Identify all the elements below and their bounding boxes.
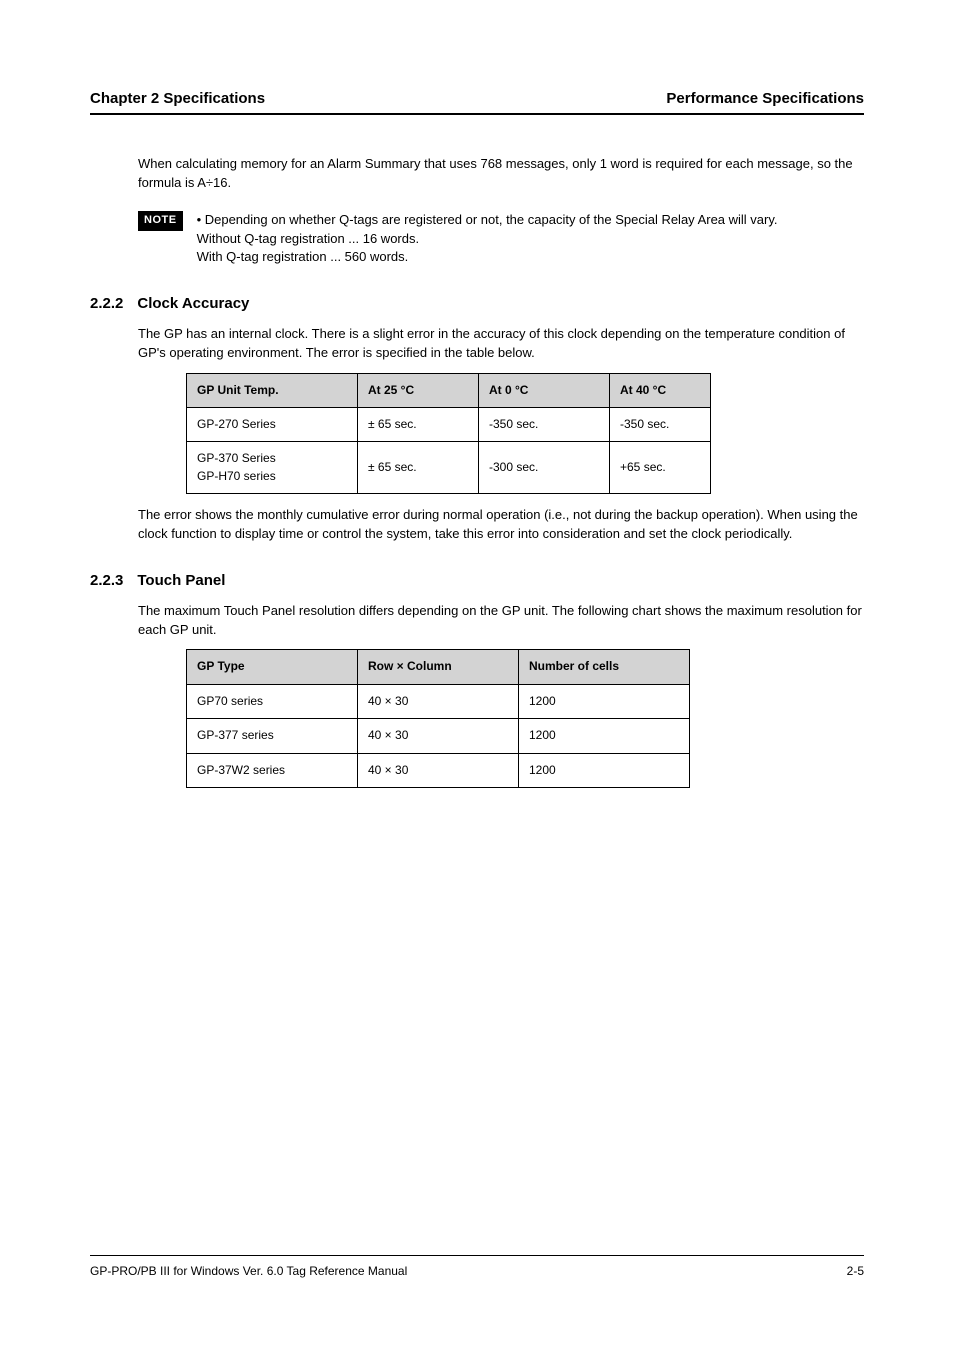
table-cell: ± 65 sec.: [358, 408, 479, 442]
table-header: GP Type: [187, 650, 358, 684]
section-1-title: Clock Accuracy: [137, 293, 249, 315]
footer-page-number: 2-5: [847, 1264, 864, 1278]
table-header: Number of cells: [519, 650, 690, 684]
section-2-paragraph: The maximum Touch Panel resolution diffe…: [138, 602, 864, 640]
header-divider: [90, 113, 864, 115]
table-cell: -300 sec.: [479, 442, 610, 494]
header-section: Performance Specifications: [666, 90, 864, 107]
table-header: Row × Column: [358, 650, 519, 684]
table-header: At 0 °C: [479, 373, 610, 407]
header-chapter: Chapter 2 Specifications: [90, 90, 265, 107]
table-cell: -350 sec.: [610, 408, 711, 442]
intro-paragraph: When calculating memory for an Alarm Sum…: [138, 155, 864, 193]
note-line-2: Without Q-tag registration ... 16 words.: [197, 230, 778, 249]
table-cell: 1200: [519, 753, 690, 787]
table-cell: GP-270 Series: [187, 408, 358, 442]
table-row: GP-370 Series GP-H70 series ± 65 sec. -3…: [187, 442, 711, 494]
table-cell: -350 sec.: [479, 408, 610, 442]
note-text: • Depending on whether Q-tags are regist…: [197, 211, 778, 268]
section-1-number: 2.2.2: [90, 293, 123, 315]
table-row: GP-270 Series ± 65 sec. -350 sec. -350 s…: [187, 408, 711, 442]
table-row: GP70 series 40 × 30 1200: [187, 684, 690, 718]
table-cell: GP-377 series: [187, 719, 358, 753]
note-line-1: • Depending on whether Q-tags are regist…: [197, 211, 778, 230]
note-line-3: With Q-tag registration ... 560 words.: [197, 248, 778, 267]
table-row: GP-377 series 40 × 30 1200: [187, 719, 690, 753]
table-row: GP-37W2 series 40 × 30 1200: [187, 753, 690, 787]
table-cell: ± 65 sec.: [358, 442, 479, 494]
table-header: At 25 °C: [358, 373, 479, 407]
footer-document-title: GP-PRO/PB III for Windows Ver. 6.0 Tag R…: [90, 1264, 407, 1278]
table-cell: 1200: [519, 684, 690, 718]
section-1-paragraph: The GP has an internal clock. There is a…: [138, 325, 864, 363]
section-2-number: 2.2.3: [90, 570, 123, 592]
table-cell: GP70 series: [187, 684, 358, 718]
table-header: At 40 °C: [610, 373, 711, 407]
table-cell: +65 sec.: [610, 442, 711, 494]
clock-accuracy-table: GP Unit Temp. At 25 °C At 0 °C At 40 °C …: [186, 373, 711, 495]
table-cell: 40 × 30: [358, 684, 519, 718]
section-2-title: Touch Panel: [137, 570, 225, 592]
table-cell: 40 × 30: [358, 719, 519, 753]
footer-divider: [90, 1255, 864, 1256]
table-header: GP Unit Temp.: [187, 373, 358, 407]
touch-panel-table: GP Type Row × Column Number of cells GP7…: [186, 649, 690, 788]
table-cell: GP-37W2 series: [187, 753, 358, 787]
table-cell: 1200: [519, 719, 690, 753]
section-1-footnote: The error shows the monthly cumulative e…: [138, 506, 864, 544]
table-cell: 40 × 30: [358, 753, 519, 787]
table-cell: GP-370 Series GP-H70 series: [187, 442, 358, 494]
note-badge: NOTE: [138, 211, 183, 231]
